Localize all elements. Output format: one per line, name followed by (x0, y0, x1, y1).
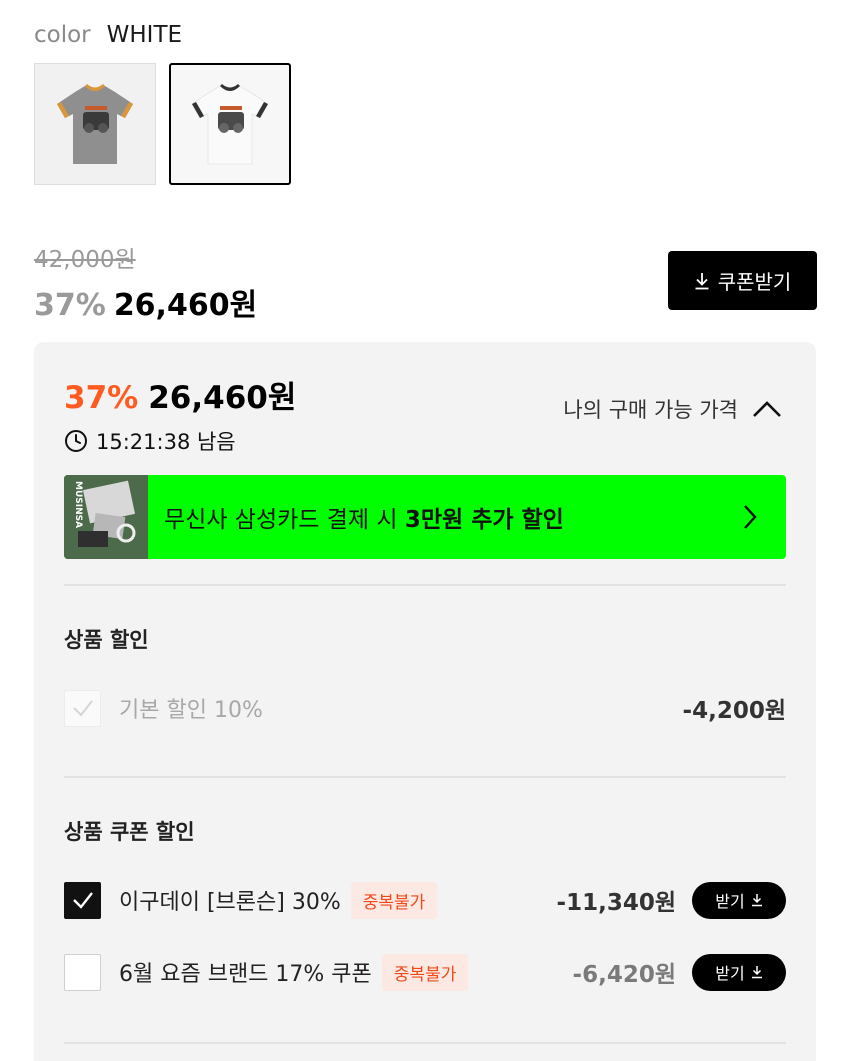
get-coupon-label: 쿠폰받기 (717, 270, 792, 294)
no-stack-badge: 중복불가 (381, 953, 469, 991)
original-price: 42,000원 (34, 247, 136, 273)
base-discount-row: 기본 할인 10% -4,200원 (64, 688, 786, 728)
coupon-label-1: 이구데이 [브론슨] 30% (119, 890, 341, 915)
banner-thumbnail: MUSINSA (64, 475, 148, 559)
base-discount-checkbox (64, 689, 101, 727)
no-stack-badge: 중복불가 (350, 881, 438, 919)
coupon-row: 이구데이 [브론슨] 30% 중복불가 -11,340원 받기 (64, 880, 786, 920)
coupon-label-2: 6월 요즘 브랜드 17% 쿠폰 (119, 962, 372, 987)
download-icon (751, 894, 762, 907)
receive-label: 받기 (715, 892, 745, 911)
card-promo-banner[interactable]: MUSINSA 무신사 삼성카드 결제 시 3만원 추가 할인 (64, 475, 786, 559)
countdown-timer: 15:21:38 남음 (64, 426, 236, 456)
divider (64, 584, 786, 586)
color-label: color (34, 22, 91, 48)
discount-percent: 37% (34, 288, 106, 323)
receive-coupon-button-1[interactable]: 받기 (692, 881, 786, 919)
tshirt-white-thumbnail (191, 84, 269, 165)
coupon-amount-1: -11,340원 (556, 890, 676, 916)
color-value: WHITE (106, 22, 183, 48)
price-detail-panel: 37% 26,460원 15:21:38 남음 나의 구매 가능 가격 MUSI… (34, 342, 816, 1061)
chevron-up-icon (753, 401, 781, 417)
banner-text-prefix: 무신사 삼성카드 결제 시 (164, 507, 405, 533)
panel-discount-percent: 37% (64, 380, 139, 416)
panel-price-row: 37% 26,460원 (64, 372, 296, 417)
product-discount-title: 상품 할인 (64, 628, 149, 652)
coupon-amount-2: -6,420원 (572, 962, 676, 988)
base-discount-label: 기본 할인 10% (119, 698, 263, 723)
check-icon (72, 892, 93, 909)
my-price-toggle[interactable]: 나의 구매 가능 가격 (563, 394, 782, 424)
timer-text: 15:21:38 남음 (96, 430, 236, 454)
base-discount-amount: -4,200원 (682, 698, 786, 724)
color-swatch-gray[interactable] (34, 63, 156, 185)
tshirt-gray-thumbnail (57, 84, 133, 164)
chevron-right-icon (744, 505, 757, 529)
color-swatch-white[interactable] (169, 63, 291, 185)
sale-price-row: 37% 26,460원 (34, 280, 257, 324)
divider (64, 1042, 786, 1044)
divider (64, 776, 786, 778)
banner-thumb-text: MUSINSA (73, 481, 83, 528)
coupon-checkbox-1[interactable] (64, 881, 101, 919)
banner-text: 무신사 삼성카드 결제 시 3만원 추가 할인 (164, 500, 564, 534)
coupon-row: 6월 요즘 브랜드 17% 쿠폰 중복불가 -6,420원 받기 (64, 952, 786, 992)
download-icon (695, 272, 709, 289)
check-icon (72, 700, 93, 717)
receive-coupon-button-2[interactable]: 받기 (692, 953, 786, 991)
panel-price: 26,460원 (148, 380, 297, 416)
receive-label: 받기 (715, 964, 745, 983)
color-selector-header: color WHITE (34, 22, 182, 48)
my-price-label: 나의 구매 가능 가격 (563, 398, 738, 422)
banner-text-bold: 3만원 추가 할인 (404, 507, 564, 533)
clock-icon (65, 430, 87, 452)
sale-price: 26,460원 (113, 288, 258, 323)
download-icon (751, 966, 762, 979)
coupon-checkbox-2[interactable] (64, 953, 101, 991)
coupon-discount-title: 상품 쿠폰 할인 (64, 820, 195, 844)
get-coupon-button[interactable]: 쿠폰받기 (668, 251, 817, 310)
